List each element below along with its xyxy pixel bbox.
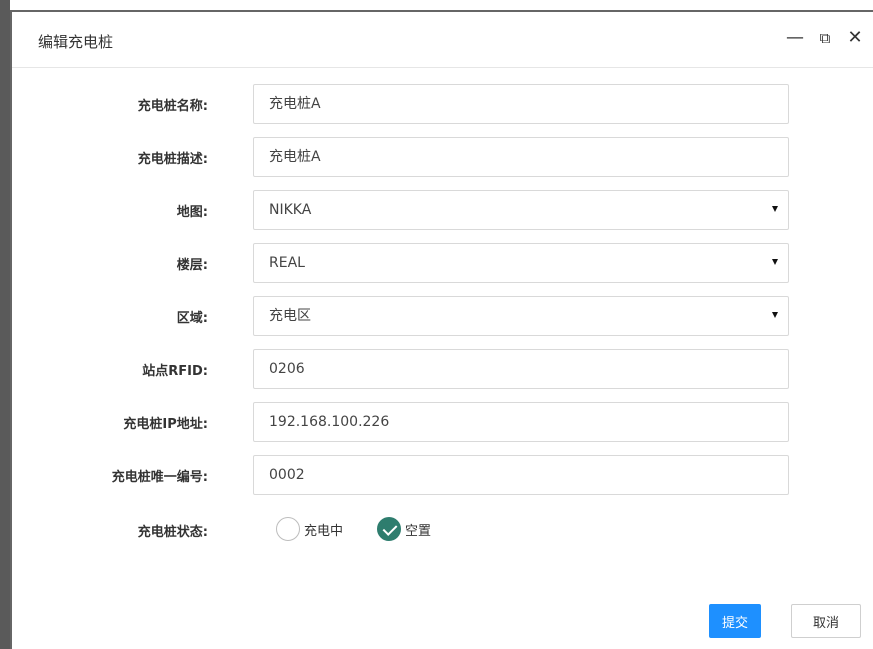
minimize-icon[interactable]: —: [785, 28, 805, 48]
background-edge: [0, 0, 10, 649]
floor-label: 楼层:: [176, 258, 208, 273]
status-option-idle[interactable]: 空置: [377, 517, 431, 541]
area-row: 区域: 充电区: [12, 296, 873, 338]
maximize-icon[interactable]: ⧉: [815, 28, 835, 48]
dropdown-caret-icon: [772, 259, 778, 265]
uid-label: 充电桩唯一编号:: [111, 470, 208, 485]
name-label: 充电桩名称:: [137, 99, 208, 114]
window-controls: — ⧉ ✕: [785, 28, 865, 48]
uid-row: 充电桩唯一编号: 0002: [12, 455, 873, 497]
rfid-label: 站点RFID:: [142, 364, 208, 379]
ip-row: 充电桩IP地址: 192.168.100.226: [12, 402, 873, 444]
cancel-button[interactable]: 取消: [791, 604, 861, 638]
map-select-value: NIKKA: [269, 202, 312, 218]
area-label: 区域:: [176, 311, 208, 326]
dropdown-caret-icon: [772, 312, 778, 318]
area-select-value: 充电区: [269, 308, 311, 324]
ip-input[interactable]: 192.168.100.226: [253, 402, 789, 442]
map-label: 地图:: [176, 205, 208, 220]
status-option-label: 充电中: [304, 523, 344, 539]
name-input[interactable]: 充电桩A: [253, 84, 789, 124]
floor-select[interactable]: REAL: [253, 243, 789, 283]
dropdown-caret-icon: [772, 206, 778, 212]
status-row: 充电桩状态: 充电中 空置: [12, 510, 873, 552]
name-row: 充电桩名称: 充电桩A: [12, 84, 873, 126]
rfid-row: 站点RFID: 0206: [12, 349, 873, 391]
description-label: 充电桩描述:: [137, 152, 208, 167]
dialog-title: 编辑充电桩: [38, 33, 114, 51]
close-icon[interactable]: ✕: [845, 28, 865, 48]
submit-button[interactable]: 提交: [709, 604, 761, 638]
map-select[interactable]: NIKKA: [253, 190, 789, 230]
rfid-input[interactable]: 0206: [253, 349, 789, 389]
map-row: 地图: NIKKA: [12, 190, 873, 232]
status-option-charging[interactable]: 充电中: [276, 517, 343, 541]
description-input[interactable]: 充电桩A: [253, 137, 789, 177]
ip-label: 充电桩IP地址:: [123, 417, 208, 432]
status-radio-group: 充电中 空置: [276, 517, 465, 541]
floor-row: 楼层: REAL: [12, 243, 873, 285]
edit-charger-dialog: 编辑充电桩 — ⧉ ✕ 充电桩名称: 充电桩A 充电桩描述: 充电桩A 地图: …: [10, 10, 873, 649]
radio-unchecked-icon: [276, 517, 300, 541]
status-label: 充电桩状态:: [137, 525, 208, 540]
uid-input[interactable]: 0002: [253, 455, 789, 495]
area-select[interactable]: 充电区: [253, 296, 789, 336]
description-row: 充电桩描述: 充电桩A: [12, 137, 873, 179]
status-option-label: 空置: [405, 523, 432, 539]
floor-select-value: REAL: [269, 255, 305, 271]
dialog-titlebar: 编辑充电桩 — ⧉ ✕: [12, 12, 873, 68]
radio-checked-icon: [377, 517, 402, 541]
